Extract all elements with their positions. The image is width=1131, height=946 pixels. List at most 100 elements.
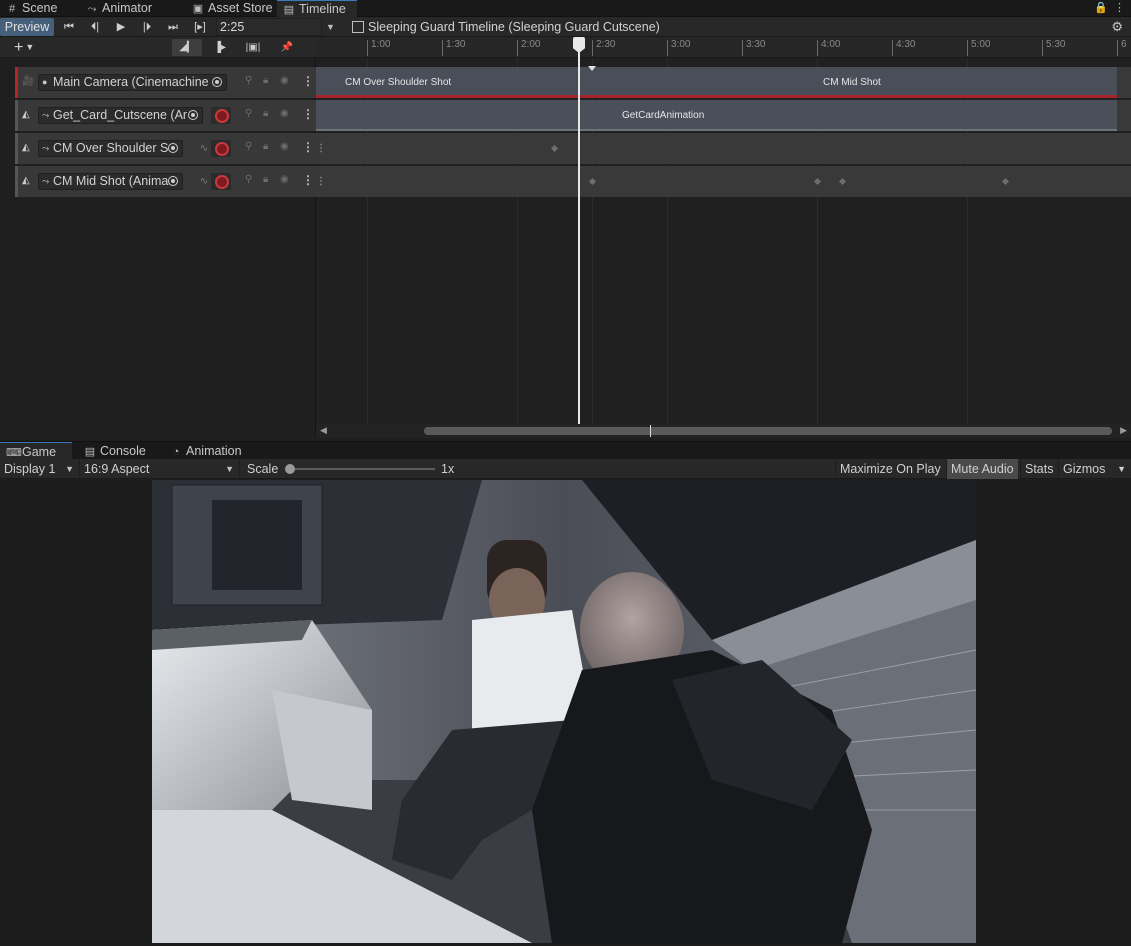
more-menu-icon[interactable]: ⋮	[1114, 2, 1125, 14]
bound-object-field[interactable]: ⤳ Get_Card_Cutscene (Ar	[38, 107, 203, 124]
snap-mode-icon[interactable]: |▣|	[238, 39, 268, 56]
animation-track-icon: ◭	[22, 142, 30, 153]
frame-mode-button[interactable]: [▸]	[188, 18, 212, 36]
record-button[interactable]	[211, 107, 231, 124]
scale-slider-handle[interactable]	[285, 464, 295, 474]
tab-scene[interactable]: # Scene	[0, 0, 78, 17]
clip-cm-over-shoulder[interactable]: CM Over Shoulder Shot	[316, 67, 591, 98]
mute-audio-button[interactable]: Mute Audio	[946, 459, 1018, 479]
goto-start-icon[interactable]: ⏮	[58, 18, 80, 36]
scale-value: 1x	[441, 462, 455, 476]
keyframe[interactable]	[550, 144, 559, 153]
lock-icon[interactable]: 🔒︎	[263, 174, 268, 185]
editor-tab-bar: # Scene ⤳ Animator ▣ Asset Store ▤ Timeline …	[0, 0, 1131, 17]
track-list: 🎥 ● Main Camera (Cinemachine ⚲ 🔒︎ ◉ ⋮ ◭ …	[0, 58, 316, 438]
game-viewport[interactable]	[0, 480, 1131, 946]
eye-icon[interactable]: ◉	[280, 75, 289, 86]
playhead-line[interactable]	[578, 37, 580, 425]
lock-icon[interactable]: 🔒︎	[263, 75, 268, 86]
blend-marker-icon	[588, 66, 596, 71]
clip-edit-mode-icon[interactable]: ◢▎	[172, 39, 202, 56]
keyframe[interactable]	[588, 177, 597, 186]
time-ruler[interactable]: 1:00 1:30 2:00 2:30 3:00 3:30 4:00 4:30 …	[316, 37, 1131, 58]
ruler-tick: 6	[1117, 40, 1127, 56]
tab-console[interactable]: ▤ Console	[78, 442, 158, 460]
lock-icon[interactable]: 🔒︎	[263, 141, 268, 152]
keyframe[interactable]	[838, 177, 847, 186]
prev-frame-icon[interactable]: ⏴|	[84, 18, 106, 36]
track-menu-icon[interactable]: ⋮	[302, 107, 314, 121]
game-render-image	[152, 480, 976, 943]
ripple-mode-icon[interactable]: ▐▸	[205, 39, 235, 56]
preview-button[interactable]: Preview	[0, 18, 54, 36]
current-time-field[interactable]: 2:25	[216, 18, 322, 36]
add-track-button[interactable]: + ▼	[14, 38, 50, 56]
pin-icon[interactable]: ⚲	[245, 174, 252, 185]
scrollbar-thumb[interactable]	[424, 427, 1112, 435]
animator-icon: ⤳	[87, 3, 97, 15]
scale-slider-track[interactable]	[290, 468, 435, 470]
aspect-dropdown[interactable]: 16:9 Aspect ▼	[80, 459, 240, 479]
stats-button[interactable]: Stats	[1020, 459, 1058, 479]
track-content-area[interactable]: CM Over Shoulder Shot CM Mid Shot GetCar…	[316, 58, 1131, 424]
eye-icon[interactable]: ◉	[280, 174, 289, 185]
scroll-playhead-marker	[650, 425, 651, 437]
goto-end-icon[interactable]: ⏭	[162, 18, 184, 36]
gizmos-dropdown[interactable]: Gizmos ▼	[1058, 459, 1131, 479]
bound-object-field[interactable]: ⤳ CM Mid Shot (Anima	[38, 173, 183, 190]
tab-animator[interactable]: ⤳ Animator	[80, 0, 172, 17]
scroll-right-icon[interactable]: ▶	[1120, 425, 1127, 436]
gear-icon[interactable]: ⚙	[1111, 18, 1123, 36]
tab-asset-store[interactable]: ▣ Asset Store	[186, 0, 280, 17]
object-picker-icon[interactable]	[212, 77, 222, 87]
track-menu-icon[interactable]: ⋮	[302, 140, 314, 154]
animator-icon: ⤳	[42, 110, 50, 120]
animation-track-icon: ◭	[22, 175, 30, 186]
pin-icon[interactable]: ⚲	[245, 141, 252, 152]
track-menu-icon[interactable]: ⋮	[302, 74, 314, 88]
track-menu-icon[interactable]: ⋮	[316, 176, 326, 187]
chevron-down-icon: ▼	[225, 464, 234, 474]
maximize-on-play-button[interactable]: Maximize On Play	[835, 459, 945, 479]
next-frame-icon[interactable]: |⏵	[136, 18, 158, 36]
track-menu-icon[interactable]: ⋮	[302, 173, 314, 187]
animation-track-icon: ◭	[22, 109, 30, 120]
eye-icon[interactable]: ◉	[280, 108, 289, 119]
track-header-main-camera[interactable]: 🎥 ● Main Camera (Cinemachine ⚲ 🔒︎ ◉ ⋮	[15, 67, 316, 98]
lock-icon[interactable]: 🔒︎	[263, 108, 268, 119]
tab-animation[interactable]: ◔ Animation	[164, 442, 256, 460]
track-header-cm-mid-shot[interactable]: ◭ ⤳ CM Mid Shot (Anima ∿ ⚲ 🔒︎ ◉ ⋮	[15, 166, 316, 197]
object-picker-icon[interactable]	[188, 110, 198, 120]
ruler-tick: 4:30	[892, 40, 915, 56]
bound-object-field[interactable]: ⤳ CM Over Shoulder S	[38, 140, 183, 157]
object-picker-icon[interactable]	[168, 143, 178, 153]
tab-timeline[interactable]: ▤ Timeline	[277, 0, 357, 17]
bound-object-field[interactable]: ● Main Camera (Cinemachine	[38, 74, 227, 91]
keyframe[interactable]	[813, 177, 822, 186]
lock-icon[interactable]: 🔒	[1094, 2, 1108, 14]
timeline-asset-title[interactable]: Sleeping Guard Timeline (Sleeping Guard …	[352, 18, 660, 36]
record-button[interactable]	[211, 140, 231, 157]
timeline-horizontal-scrollbar[interactable]: ◀ ▶	[316, 424, 1131, 438]
chevron-down-icon[interactable]: ▼	[326, 18, 338, 36]
eye-icon[interactable]: ◉	[280, 141, 289, 152]
pin-icon[interactable]: 📌	[275, 39, 299, 56]
record-button[interactable]	[211, 173, 231, 190]
track-row-cm-mid-shot: ⋮	[316, 166, 1131, 197]
ruler-tick: 2:30	[592, 40, 615, 56]
scroll-left-icon[interactable]: ◀	[320, 425, 327, 436]
tab-game[interactable]: ⌨Game	[0, 442, 72, 460]
track-row-get-card: GetCardAnimation	[316, 100, 1131, 131]
clip-get-card-animation[interactable]: GetCardAnimation	[316, 100, 1117, 131]
track-row-cm-over-shoulder: ⋮	[316, 133, 1131, 164]
clip-cm-mid-shot[interactable]: CM Mid Shot	[591, 67, 1117, 98]
display-dropdown[interactable]: Display 1 ▼	[0, 459, 80, 479]
track-header-cm-over-shoulder[interactable]: ◭ ⤳ CM Over Shoulder S ∿ ⚲ 🔒︎ ◉ ⋮	[15, 133, 316, 164]
pin-icon[interactable]: ⚲	[245, 108, 252, 119]
keyframe[interactable]	[1001, 177, 1010, 186]
object-picker-icon[interactable]	[168, 176, 178, 186]
track-header-get-card[interactable]: ◭ ⤳ Get_Card_Cutscene (Ar ⚲ 🔒︎ ◉ ⋮	[15, 100, 316, 131]
pin-icon[interactable]: ⚲	[245, 75, 252, 86]
play-icon[interactable]: ▶	[110, 18, 132, 36]
track-menu-icon[interactable]: ⋮	[316, 143, 326, 154]
